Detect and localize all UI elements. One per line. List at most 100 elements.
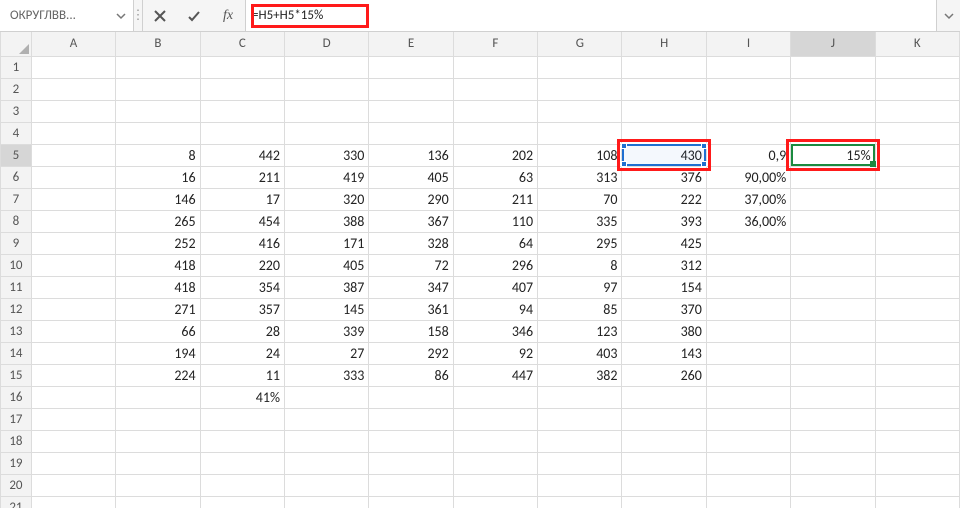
row-header-5[interactable]: 5 [1,144,32,166]
cell-e8[interactable]: 367 [369,210,453,232]
cell-f1[interactable] [453,56,537,78]
cell-g13[interactable]: 123 [538,320,622,342]
cell-a17[interactable] [31,408,115,430]
cell-e5[interactable]: 136 [369,144,453,166]
cell-f3[interactable] [453,100,537,122]
cell-e2[interactable] [369,78,453,100]
cell-e17[interactable] [369,408,453,430]
cell-i19[interactable] [706,452,790,474]
cell-i9[interactable] [706,232,790,254]
cell-h20[interactable] [622,474,706,496]
cell-b9[interactable]: 252 [116,232,200,254]
row-header-17[interactable]: 17 [1,408,32,430]
cell-g6[interactable]: 313 [538,166,622,188]
cell-b21[interactable] [116,496,200,508]
cell-f5[interactable]: 202 [453,144,537,166]
cell-a19[interactable] [31,452,115,474]
cell-c11[interactable]: 354 [200,276,284,298]
cell-j1[interactable] [791,56,875,78]
row-header-15[interactable]: 15 [1,364,32,386]
cell-a9[interactable] [31,232,115,254]
cell-g9[interactable]: 295 [538,232,622,254]
column-header-j[interactable]: J [791,32,875,56]
name-box[interactable]: ОКРУГЛВВ... [8,5,113,27]
cell-k15[interactable] [875,364,959,386]
cell-h4[interactable] [622,122,706,144]
cell-c19[interactable] [200,452,284,474]
cell-h1[interactable] [622,56,706,78]
cell-e16[interactable] [369,386,453,408]
cell-d17[interactable] [284,408,368,430]
cell-a4[interactable] [31,122,115,144]
row-header-18[interactable]: 18 [1,430,32,452]
cell-k13[interactable] [875,320,959,342]
column-header-k[interactable]: K [875,32,959,56]
cell-a21[interactable] [31,496,115,508]
cell-k7[interactable] [875,188,959,210]
cell-g7[interactable]: 70 [538,188,622,210]
cell-a5[interactable] [31,144,115,166]
cancel-button[interactable] [149,5,171,27]
column-header-f[interactable]: F [453,32,537,56]
name-box-wrap[interactable]: ОКРУГЛВВ... [0,0,134,31]
enter-button[interactable] [183,5,205,27]
cell-e12[interactable]: 361 [369,298,453,320]
cell-c21[interactable] [200,496,284,508]
cell-c4[interactable] [200,122,284,144]
row-header-2[interactable]: 2 [1,78,32,100]
cell-d20[interactable] [284,474,368,496]
cell-j12[interactable] [791,298,875,320]
cell-d5[interactable]: 330 [284,144,368,166]
column-header-i[interactable]: I [706,32,790,56]
cell-d15[interactable]: 333 [284,364,368,386]
cell-c10[interactable]: 220 [200,254,284,276]
cell-f4[interactable] [453,122,537,144]
cell-e15[interactable]: 86 [369,364,453,386]
cell-h7[interactable]: 222 [622,188,706,210]
cell-j14[interactable] [791,342,875,364]
cell-c15[interactable]: 11 [200,364,284,386]
cell-a3[interactable] [31,100,115,122]
cell-b15[interactable]: 224 [116,364,200,386]
cell-b14[interactable]: 194 [116,342,200,364]
cell-j9[interactable] [791,232,875,254]
cell-e19[interactable] [369,452,453,474]
row-header-8[interactable]: 8 [1,210,32,232]
cell-e14[interactable]: 292 [369,342,453,364]
cell-d19[interactable] [284,452,368,474]
formula-input[interactable]: =H5+H5*15% [252,5,323,27]
cell-f10[interactable]: 296 [453,254,537,276]
name-box-dropdown-icon[interactable] [113,8,129,24]
cell-d11[interactable]: 387 [284,276,368,298]
cell-h11[interactable]: 154 [622,276,706,298]
cell-e4[interactable] [369,122,453,144]
cell-h17[interactable] [622,408,706,430]
cell-g21[interactable] [538,496,622,508]
cell-d4[interactable] [284,122,368,144]
cell-g12[interactable]: 85 [538,298,622,320]
cell-k4[interactable] [875,122,959,144]
cell-b18[interactable] [116,430,200,452]
cell-k14[interactable] [875,342,959,364]
cell-j5[interactable]: 15% [791,144,875,166]
cell-i8[interactable]: 36,00% [706,210,790,232]
row-header-4[interactable]: 4 [1,122,32,144]
cell-i10[interactable] [706,254,790,276]
cell-h2[interactable] [622,78,706,100]
cell-k8[interactable] [875,210,959,232]
cell-e21[interactable] [369,496,453,508]
cell-e20[interactable] [369,474,453,496]
cell-g11[interactable]: 97 [538,276,622,298]
insert-function-button[interactable]: fx [217,5,239,27]
row-header-14[interactable]: 14 [1,342,32,364]
cell-j4[interactable] [791,122,875,144]
cell-k6[interactable] [875,166,959,188]
cell-h19[interactable] [622,452,706,474]
cell-j15[interactable] [791,364,875,386]
cell-c20[interactable] [200,474,284,496]
cell-e10[interactable]: 72 [369,254,453,276]
cell-f18[interactable] [453,430,537,452]
cell-b20[interactable] [116,474,200,496]
cell-g8[interactable]: 335 [538,210,622,232]
column-header-a[interactable]: A [31,32,115,56]
